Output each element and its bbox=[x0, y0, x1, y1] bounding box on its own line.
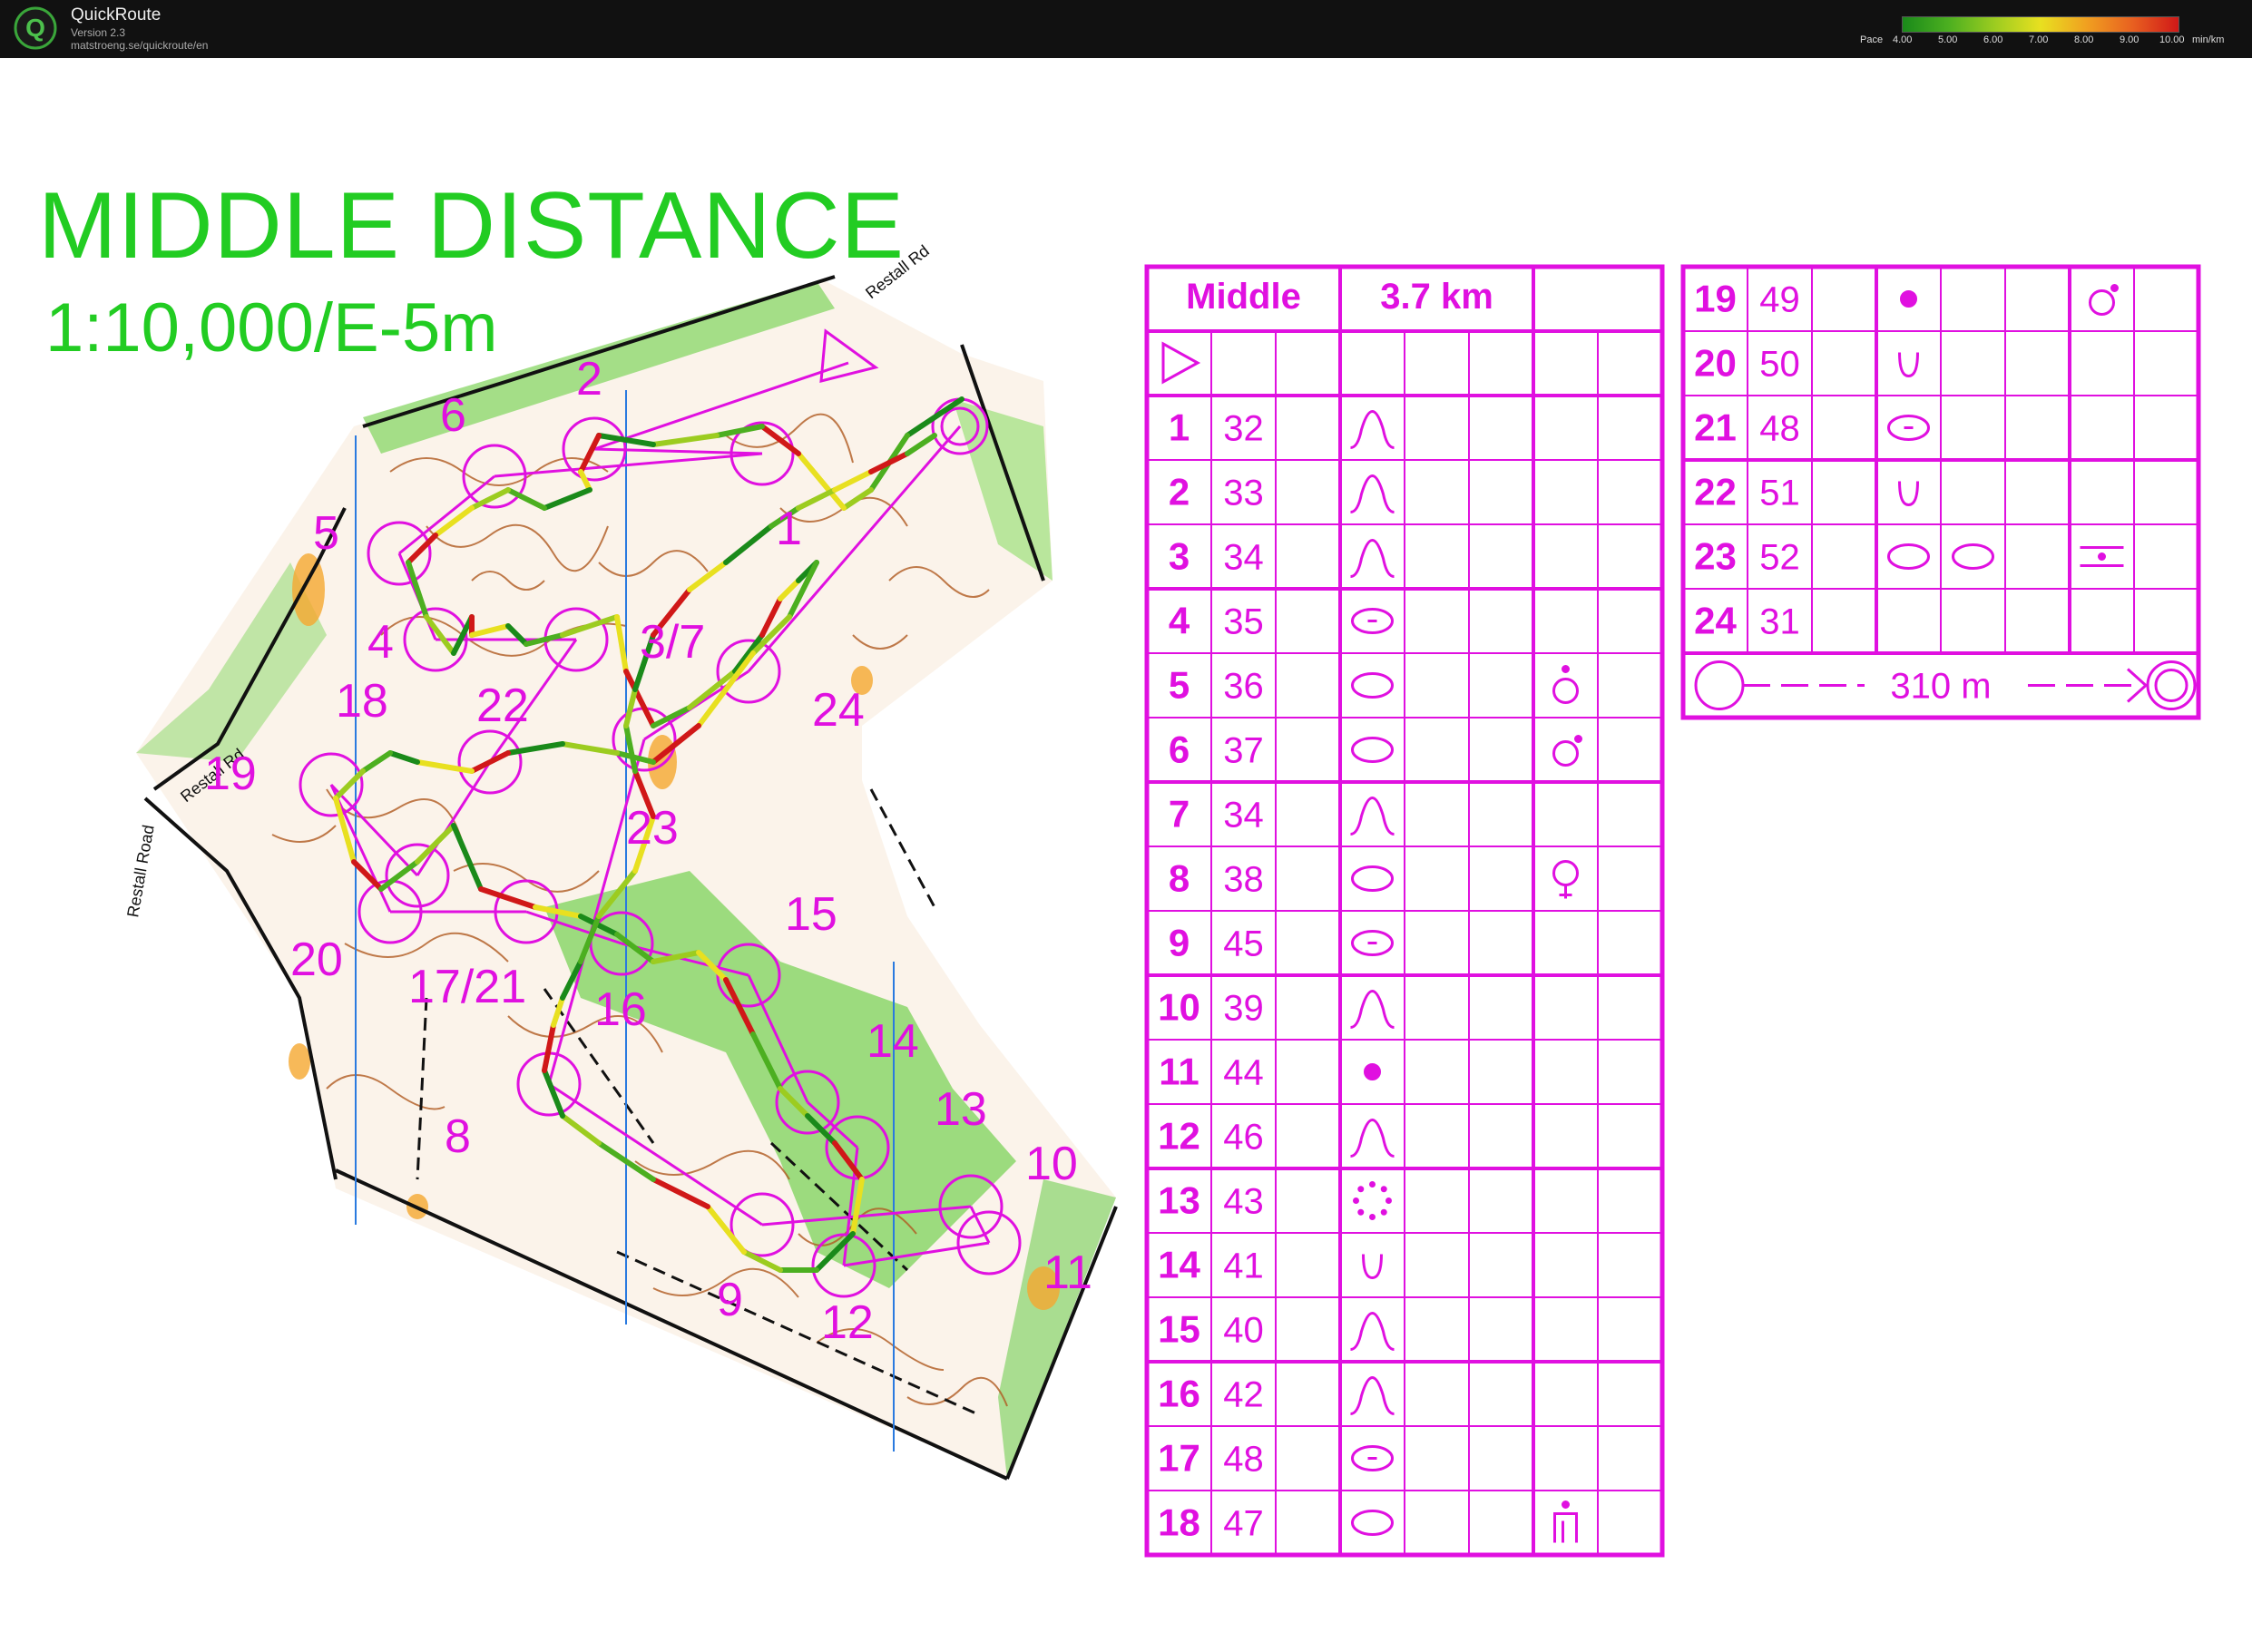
control-label: 13 bbox=[935, 1083, 987, 1136]
control-label: 20 bbox=[290, 934, 343, 986]
control-label: 4 bbox=[367, 616, 394, 669]
control-label: 18 bbox=[336, 675, 388, 728]
control-label: 6 bbox=[440, 389, 466, 442]
control-label: 15 bbox=[785, 888, 837, 941]
control-label: 9 bbox=[717, 1274, 743, 1326]
map-terrain bbox=[136, 275, 1118, 1481]
control-label: 10 bbox=[1025, 1138, 1078, 1190]
map-title: MIDDLE DISTANCE bbox=[38, 173, 905, 279]
control-label: 23 bbox=[626, 802, 679, 855]
control-label: 16 bbox=[594, 983, 647, 1036]
control-label: 2 bbox=[576, 353, 602, 406]
control-label: 14 bbox=[867, 1015, 919, 1068]
control-label: 8 bbox=[445, 1110, 471, 1163]
map-scale: 1:10,000/E-5m bbox=[45, 289, 498, 367]
road-label: Restall Road bbox=[123, 824, 158, 919]
control-label: 1 bbox=[776, 503, 802, 555]
control-label: 3/7 bbox=[640, 616, 705, 669]
control-label: 19 bbox=[204, 748, 257, 800]
control-label: 11 bbox=[1043, 1246, 1092, 1299]
control-label: 12 bbox=[821, 1296, 874, 1349]
control-label: 17/21 bbox=[408, 961, 526, 1013]
control-label: 22 bbox=[476, 679, 529, 732]
control-label: 24 bbox=[812, 684, 865, 737]
control-label: 5 bbox=[313, 507, 339, 560]
